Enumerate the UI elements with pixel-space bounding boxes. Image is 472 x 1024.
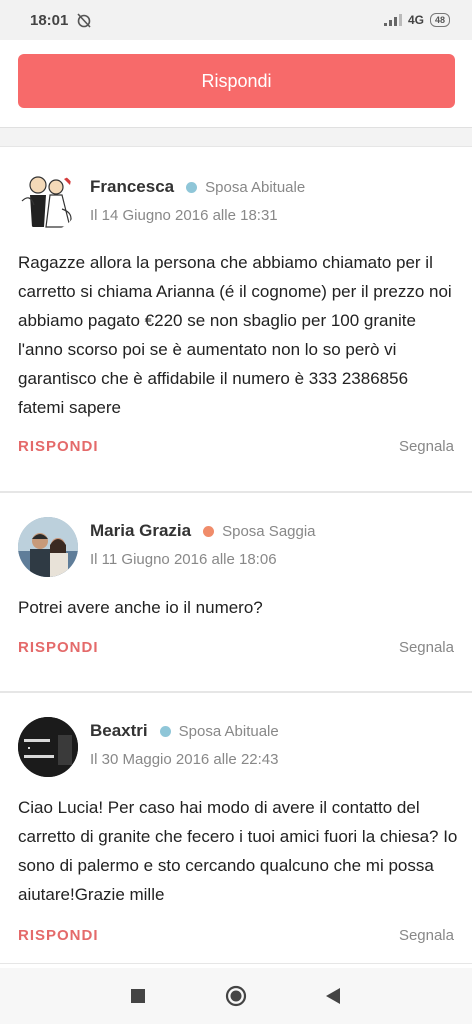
- post-date: Il 30 Maggio 2016 alle 22:43: [90, 751, 279, 768]
- post-date: Il 11 Giugno 2016 alle 18:06: [90, 551, 277, 568]
- navigation-bar: [0, 968, 472, 1024]
- comment-reply-link[interactable]: RISPONDI: [18, 438, 99, 455]
- author-line: Maria Grazia Sposa Saggia: [90, 521, 316, 541]
- rank-dot-icon: [186, 181, 198, 193]
- bride-groom-avatar-icon: [21, 175, 72, 228]
- signal-icon: [383, 14, 402, 26]
- wedding-dress-avatar-icon: [18, 717, 78, 777]
- author-rank: Sposa Saggia: [222, 522, 316, 540]
- author-line: Beaxtri Sposa Abituale: [90, 721, 279, 741]
- author-rank: Sposa Abituale: [205, 178, 306, 196]
- status-right-group: 4G 48: [383, 13, 450, 27]
- author-name[interactable]: Beaxtri: [90, 721, 148, 741]
- comment-text: Ragazze allora la persona che abbiamo ch…: [18, 253, 452, 417]
- avatar-maria-grazia: [18, 517, 78, 577]
- network-type: 4G: [407, 13, 424, 27]
- rank-dot-icon: [203, 525, 215, 537]
- alarm-off-icon: [77, 13, 91, 28]
- recents-square-icon[interactable]: [130, 988, 146, 1004]
- comment-reply-link[interactable]: RISPONDI: [18, 927, 99, 944]
- separator: [0, 128, 472, 146]
- author-name[interactable]: Maria Grazia: [90, 521, 191, 541]
- home-circle-icon[interactable]: [225, 985, 247, 1007]
- report-link[interactable]: Segnala: [399, 639, 454, 656]
- report-link[interactable]: Segnala: [399, 438, 454, 455]
- comment-text: Ciao Lucia! Per caso hai modo di avere i…: [18, 798, 458, 904]
- reply-button[interactable]: Rispondi: [18, 54, 455, 108]
- comment-card: Maria Grazia Sposa Saggia Il 11 Giugno 2…: [0, 492, 472, 692]
- back-triangle-icon[interactable]: [325, 987, 341, 1005]
- status-time: 18:01: [30, 11, 69, 29]
- battery-icon: 48: [429, 13, 450, 27]
- status-bar: 18:01 4G 48: [0, 0, 472, 40]
- status-time-group: 18:01: [30, 12, 92, 29]
- comment-card: Francesca Sposa Abituale Il 14 Giugno 20…: [0, 146, 472, 492]
- author-line: Francesca Sposa Abituale: [90, 177, 305, 197]
- comment-reply-link[interactable]: RISPONDI: [18, 639, 99, 656]
- author-rank: Sposa Abituale: [178, 722, 279, 740]
- rank-dot-icon: [159, 725, 171, 737]
- avatar-beaxtri: [18, 717, 78, 777]
- author-name[interactable]: Francesca: [90, 177, 174, 197]
- comment-card: Beaxtri Sposa Abituale Il 30 Maggio 2016…: [0, 692, 472, 964]
- couple-photo-avatar-icon: [18, 517, 78, 577]
- comment-text: Potrei avere anche io il numero?: [18, 598, 263, 617]
- avatar-francesca: [18, 171, 78, 231]
- post-date: Il 14 Giugno 2016 alle 18:31: [90, 207, 278, 224]
- reply-bar: Rispondi: [0, 40, 472, 128]
- report-link[interactable]: Segnala: [399, 927, 454, 944]
